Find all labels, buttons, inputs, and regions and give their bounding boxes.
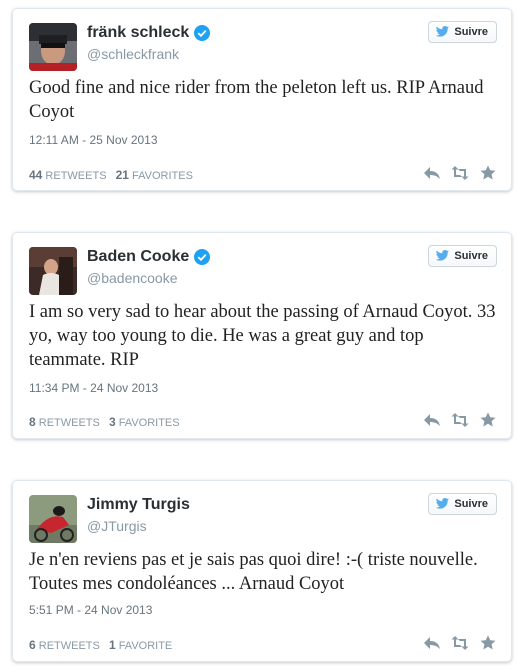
favorite-label: FAVORITE <box>118 640 173 652</box>
follow-button[interactable]: Suivre <box>428 493 497 515</box>
tweet-actions <box>413 165 497 181</box>
retweet-label: RETWEETS <box>38 417 100 429</box>
reply-icon[interactable] <box>423 412 441 428</box>
author-name[interactable]: Baden Cooke <box>87 248 189 266</box>
retweet-count[interactable]: 44 <box>29 168 42 182</box>
tweet-actions <box>413 635 497 651</box>
reply-icon[interactable] <box>423 165 441 181</box>
favorite-star-icon[interactable] <box>479 165 497 181</box>
avatar[interactable] <box>29 247 77 295</box>
verified-badge-icon <box>194 25 211 41</box>
tweet-stats: 8 RETWEETS 3 FAVORITES <box>29 415 180 429</box>
follow-label: Suivre <box>454 498 488 510</box>
avatar[interactable] <box>29 23 77 71</box>
retweet-label: RETWEETS <box>45 170 107 182</box>
tweet-timestamp[interactable]: 11:34 PM - 24 Nov 2013 <box>29 381 158 395</box>
tweet-text: Je n'en reviens pas et je sais pas quoi … <box>29 550 478 594</box>
twitter-bird-icon <box>436 498 450 509</box>
follow-label: Suivre <box>454 250 488 262</box>
author-name[interactable]: Jimmy Turgis <box>87 496 190 514</box>
twitter-bird-icon <box>436 26 450 37</box>
tweet-stats: 44 RETWEETS 21 FAVORITES <box>29 168 193 182</box>
verified-badge-icon <box>194 249 211 265</box>
tweet-card-1: fränk schleck @schleckfrank Suivre Good … <box>12 8 512 191</box>
tweet-card-3: Jimmy Turgis @JTurgis Suivre Je n'en rev… <box>12 480 512 662</box>
author-name[interactable]: fränk schleck <box>87 24 189 42</box>
retweet-icon[interactable] <box>451 412 469 428</box>
favorite-count[interactable]: 1 <box>109 638 116 652</box>
favorite-label: FAVORITES <box>132 170 193 182</box>
tweet-actions <box>413 412 497 428</box>
tweet-text: I am so very sad to hear about the passi… <box>29 302 496 370</box>
favorite-star-icon[interactable] <box>479 412 497 428</box>
retweet-count[interactable]: 6 <box>29 638 36 652</box>
twitter-bird-icon <box>436 250 450 261</box>
tweet-timestamp[interactable]: 12:11 AM - 25 Nov 2013 <box>29 133 158 147</box>
retweet-label: RETWEETS <box>38 640 100 652</box>
tweet-stats: 6 RETWEETS 1 FAVORITE <box>29 638 172 652</box>
favorite-count[interactable]: 3 <box>109 415 116 429</box>
author-handle[interactable]: @JTurgis <box>87 518 147 534</box>
retweet-icon[interactable] <box>451 635 469 651</box>
tweet-card-2: Baden Cooke @badencooke Suivre I am so v… <box>12 232 512 439</box>
favorite-star-icon[interactable] <box>479 635 497 651</box>
author-handle[interactable]: @badencooke <box>87 270 178 286</box>
follow-button[interactable]: Suivre <box>428 245 497 267</box>
follow-button[interactable]: Suivre <box>428 21 497 43</box>
favorite-label: FAVORITES <box>118 417 180 429</box>
tweet-text: Good fine and nice rider from the peleto… <box>29 78 484 122</box>
retweet-icon[interactable] <box>451 165 469 181</box>
tweet-timestamp[interactable]: 5:51 PM - 24 Nov 2013 <box>29 603 152 617</box>
favorite-count[interactable]: 21 <box>116 168 129 182</box>
retweet-count[interactable]: 8 <box>29 415 36 429</box>
reply-icon[interactable] <box>423 635 441 651</box>
author-handle[interactable]: @schleckfrank <box>87 46 179 62</box>
avatar[interactable] <box>29 495 77 543</box>
follow-label: Suivre <box>454 26 488 38</box>
